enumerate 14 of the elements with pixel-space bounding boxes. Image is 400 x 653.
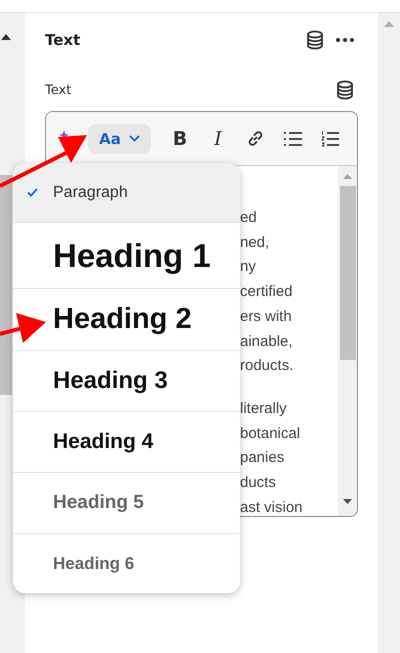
field-label: Text xyxy=(45,82,72,98)
text-line: ned, xyxy=(240,232,270,253)
text-line: ers with xyxy=(240,306,293,327)
text-line: ast vision xyxy=(240,498,304,516)
text-line: ainable, xyxy=(240,332,294,352)
text-line: ed xyxy=(240,208,258,228)
text-line: certified xyxy=(240,282,294,302)
panel-title: Text xyxy=(45,31,82,49)
text-line: panies xyxy=(240,448,286,468)
text-line: botanical xyxy=(240,424,302,444)
text-line: literally xyxy=(240,398,288,419)
text-line: ducts xyxy=(240,473,277,494)
text-line: ny xyxy=(240,257,257,278)
text-line: roducts. xyxy=(240,356,294,376)
